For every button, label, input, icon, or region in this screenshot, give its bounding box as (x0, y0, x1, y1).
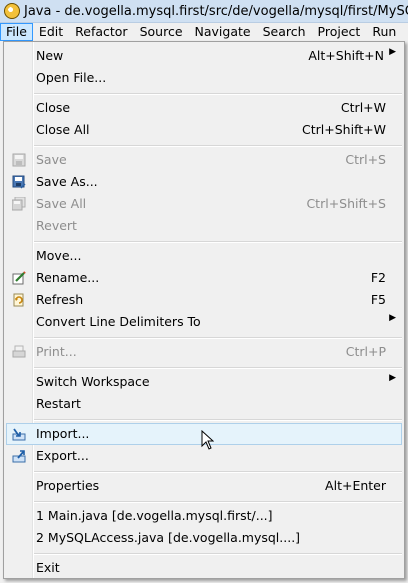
menu-search[interactable]: Search (257, 23, 312, 41)
save-all-icon (11, 196, 26, 211)
menu-item-shortcut: Alt+Enter (325, 478, 386, 493)
menu-item-shortcut: Ctrl+S (345, 152, 386, 167)
submenu-arrow-icon: ▶ (389, 47, 396, 57)
submenu-arrow-icon: ▶ (389, 373, 396, 383)
menu-item-label: Switch Workspace (36, 374, 150, 389)
menu-item-label: Close (36, 100, 71, 115)
refresh-icon (12, 293, 26, 307)
menu-window[interactable]: W (402, 23, 408, 41)
menu-item-label: Exit (36, 560, 60, 575)
menu-item-label: 1 Main.java [de.vogella.mysql.first/...] (36, 508, 273, 523)
menu-navigate[interactable]: Navigate (189, 23, 257, 41)
menu-separator (34, 93, 402, 95)
menu-item-close-all[interactable]: Close All Ctrl+Shift+W (6, 119, 402, 141)
eclipse-icon (4, 3, 20, 19)
menu-item-shortcut: F2 (370, 270, 386, 285)
menu-item-restart[interactable]: Restart (6, 393, 402, 415)
menu-separator (34, 367, 402, 369)
title-bar: Java - de.vogella.mysql.first/src/de/vog… (0, 0, 408, 23)
menu-source[interactable]: Source (134, 23, 189, 41)
menu-item-label: Close All (36, 122, 90, 137)
menu-item-label: Rename... (36, 270, 100, 285)
menu-item-label: Move... (36, 248, 82, 263)
menu-item-label: Convert Line Delimiters To (36, 314, 201, 329)
menu-item-properties[interactable]: Properties Alt+Enter (6, 475, 402, 497)
menu-item-label: Import... (36, 426, 90, 441)
menu-edit[interactable]: Edit (33, 23, 69, 41)
file-menu-dropdown: New Alt+Shift+N ▶ Open File... Close Ctr… (3, 41, 405, 579)
menu-item-save[interactable]: Save Ctrl+S (6, 149, 402, 171)
menu-refactor[interactable]: Refactor (69, 23, 133, 41)
menu-run[interactable]: Run (366, 23, 402, 41)
menu-item-label: Open File... (36, 70, 107, 85)
menu-project[interactable]: Project (312, 23, 367, 41)
menu-bar: File Edit Refactor Source Navigate Searc… (0, 23, 408, 41)
menu-item-label: Restart (36, 396, 81, 411)
save-icon (12, 153, 26, 167)
menu-item-shortcut: Ctrl+Shift+W (302, 122, 386, 137)
menu-item-move[interactable]: Move... (6, 245, 402, 267)
menu-item-label: Revert (36, 218, 77, 233)
import-icon (12, 427, 26, 441)
menu-item-rename[interactable]: Rename... F2 (6, 267, 402, 289)
menu-separator (34, 241, 402, 243)
menu-item-switch-workspace[interactable]: Switch Workspace ▶ (6, 371, 402, 393)
menu-item-label: Save As... (36, 174, 98, 189)
menu-item-label: Properties (36, 478, 100, 493)
menu-separator (34, 501, 402, 503)
menu-item-shortcut: Ctrl+W (340, 100, 386, 115)
menu-separator (34, 145, 402, 147)
print-icon (12, 345, 26, 359)
menu-item-shortcut: Ctrl+Shift+S (306, 196, 386, 211)
menu-item-exit[interactable]: Exit (6, 557, 402, 579)
menu-item-recent-file-1[interactable]: 1 Main.java [de.vogella.mysql.first/...] (6, 505, 402, 527)
menu-item-label: 2 MySQLAccess.java [de.vogella.mysql....… (36, 530, 301, 545)
menu-item-label: Save All (36, 196, 87, 211)
menu-item-label: Export... (36, 448, 89, 463)
menu-item-new[interactable]: New Alt+Shift+N ▶ (6, 45, 402, 67)
menu-separator (34, 337, 402, 339)
menu-item-label: Save (36, 152, 67, 167)
menu-item-label: Refresh (36, 292, 84, 307)
save-as-icon (12, 175, 26, 189)
window-title: Java - de.vogella.mysql.first/src/de/vog… (24, 3, 408, 19)
menu-item-save-all[interactable]: Save All Ctrl+Shift+S (6, 193, 402, 215)
menu-separator (34, 471, 402, 473)
menu-item-open-file[interactable]: Open File... (6, 67, 402, 89)
mouse-cursor-icon (201, 429, 215, 453)
menu-item-shortcut: Ctrl+P (345, 344, 386, 359)
menu-item-revert[interactable]: Revert (6, 215, 402, 237)
rename-icon (12, 271, 26, 285)
menu-item-shortcut: F5 (370, 292, 386, 307)
menu-item-convert-line-delimiters[interactable]: Convert Line Delimiters To ▶ (6, 311, 402, 333)
menu-item-print[interactable]: Print... Ctrl+P (6, 341, 402, 363)
menu-item-shortcut: Alt+Shift+N (308, 48, 384, 63)
menu-file[interactable]: File (0, 23, 33, 41)
menu-item-label: Print... (36, 344, 77, 359)
export-icon (12, 449, 26, 463)
menu-item-label: New (36, 48, 64, 63)
menu-item-refresh[interactable]: Refresh F5 (6, 289, 402, 311)
menu-separator (34, 553, 402, 555)
submenu-arrow-icon: ▶ (389, 313, 396, 323)
menu-item-save-as[interactable]: Save As... (6, 171, 402, 193)
menu-item-recent-file-2[interactable]: 2 MySQLAccess.java [de.vogella.mysql....… (6, 527, 402, 549)
menu-item-close[interactable]: Close Ctrl+W (6, 97, 402, 119)
menu-separator (34, 419, 402, 421)
